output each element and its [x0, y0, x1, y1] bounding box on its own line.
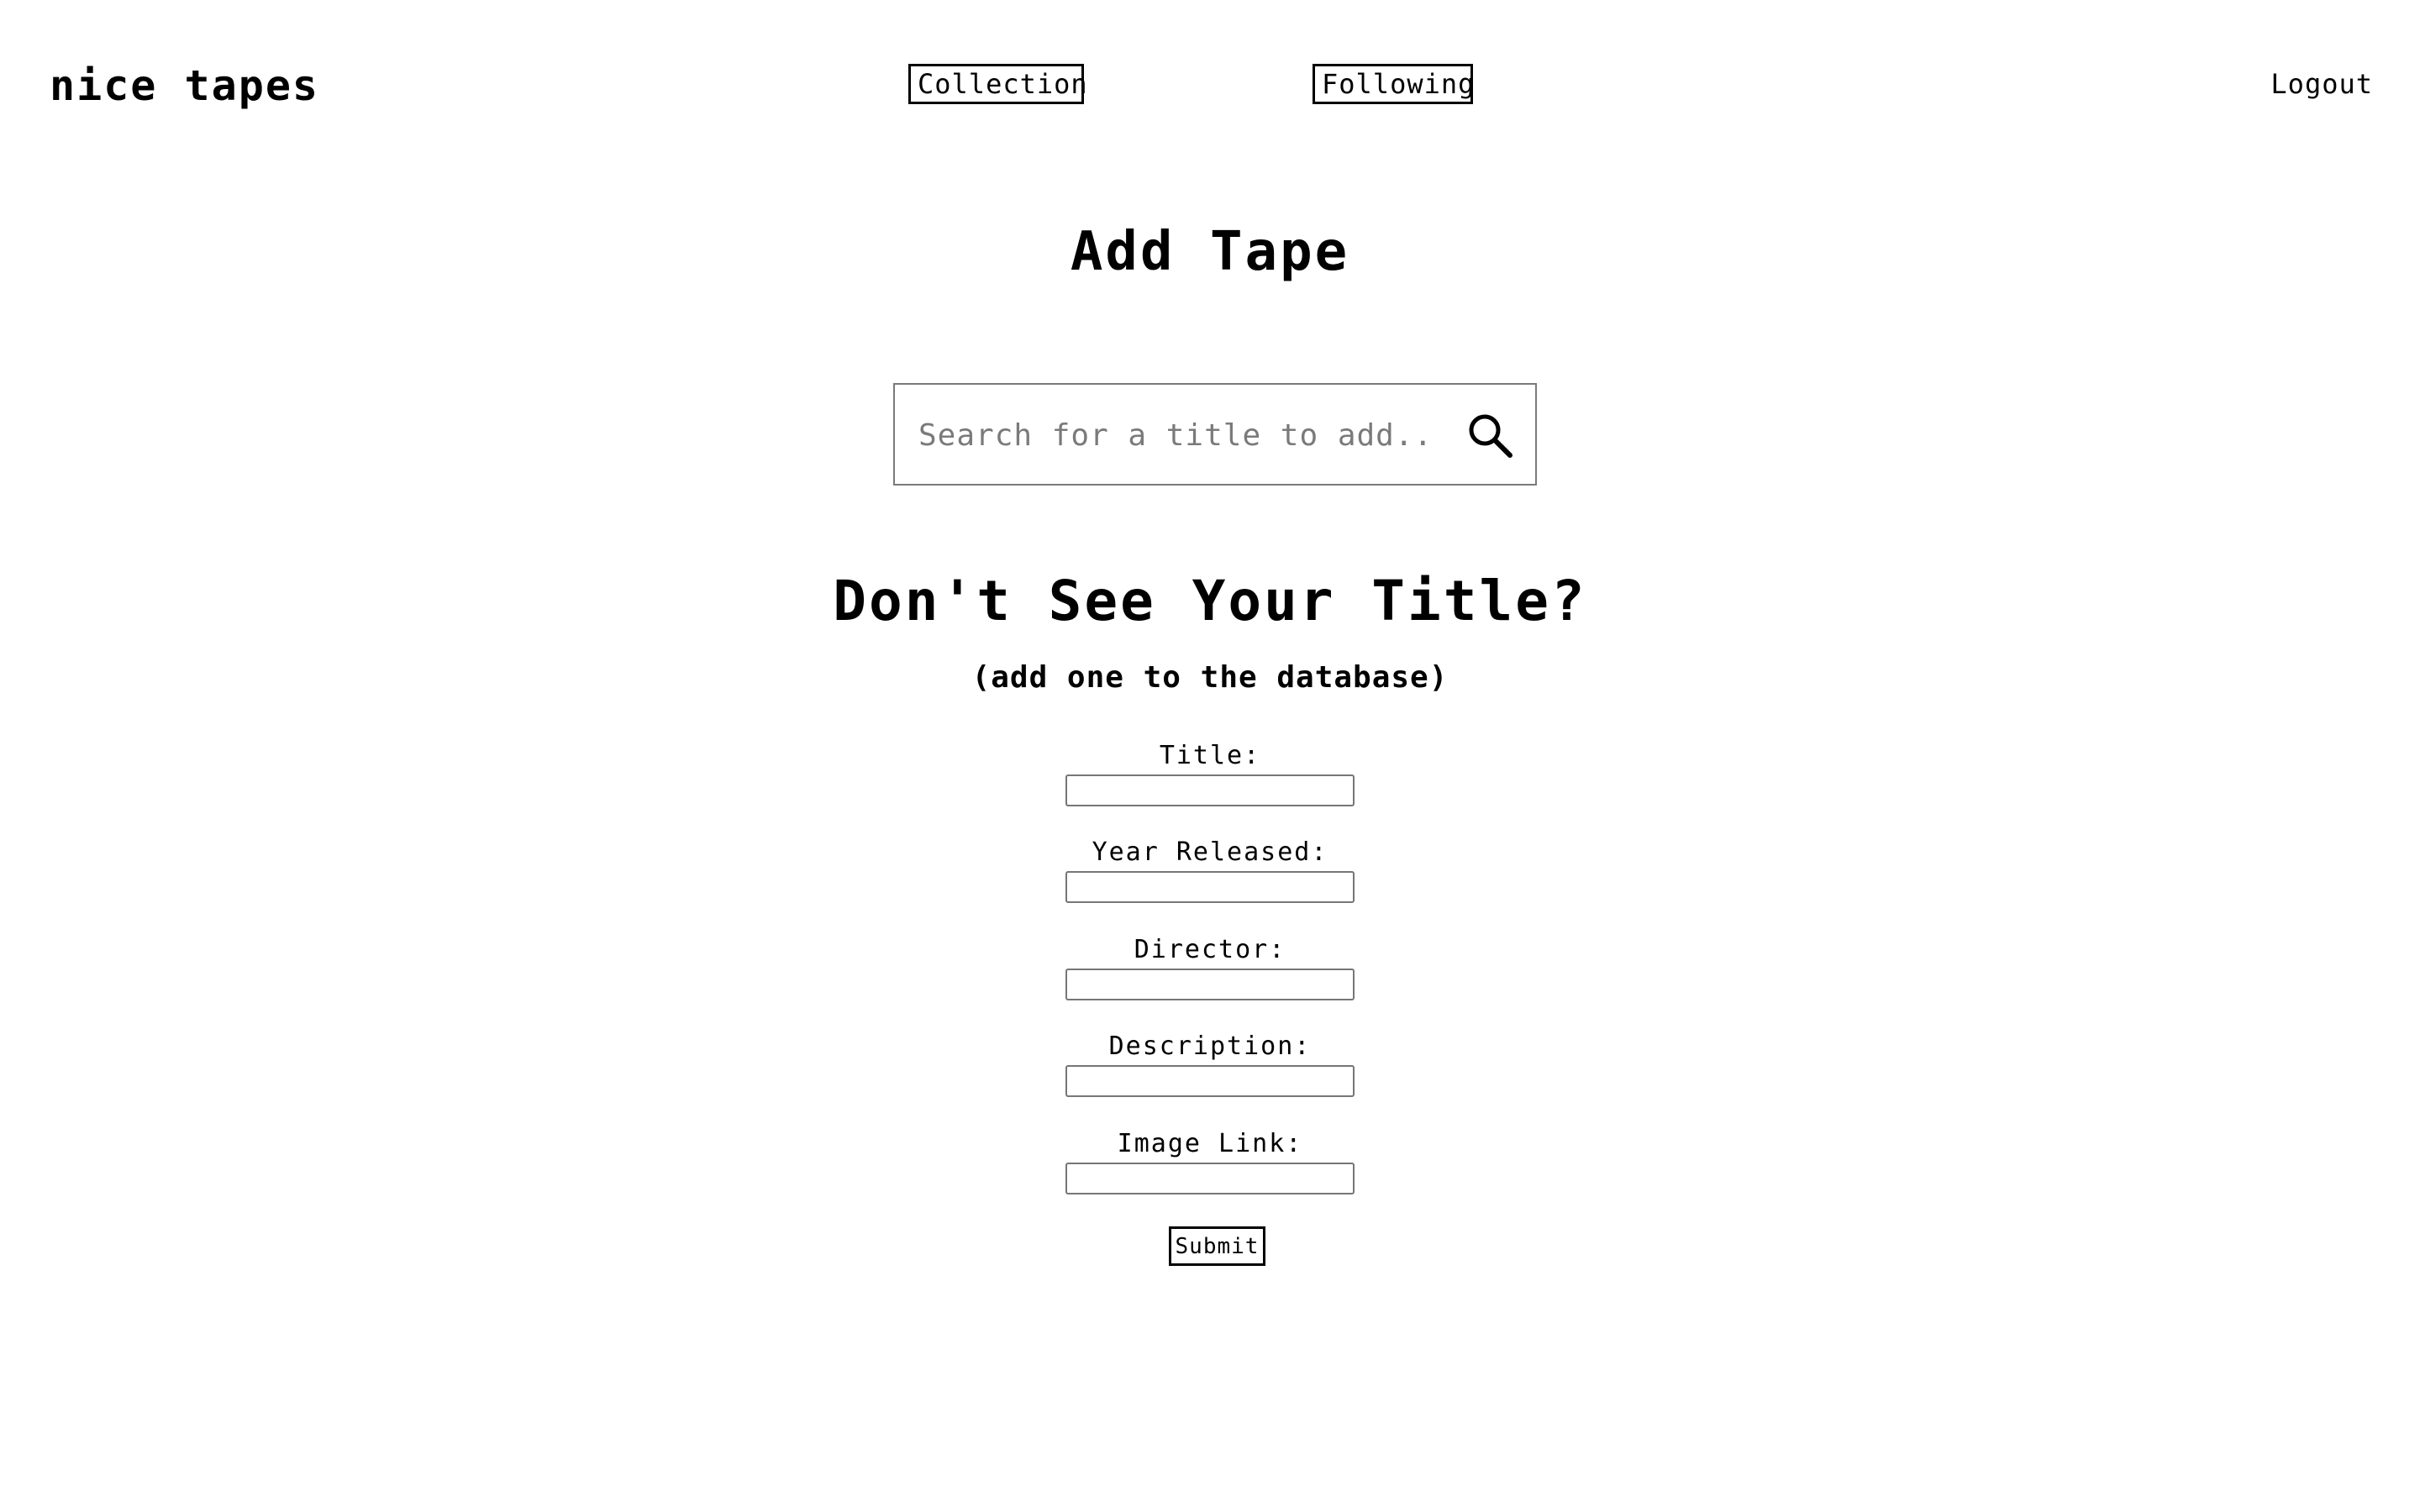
- page-title: Add Tape: [1070, 221, 1350, 283]
- director-input[interactable]: [1065, 969, 1355, 1000]
- director-label: Director:: [1134, 935, 1286, 964]
- year-released-field: Year Released:: [0, 837, 2420, 903]
- image-link-input[interactable]: [1065, 1163, 1355, 1194]
- search-icon[interactable]: [1465, 410, 1515, 460]
- add-section-subtitle: (add one to the database): [971, 660, 1449, 695]
- title-input[interactable]: [1065, 774, 1355, 806]
- add-section-title: Don't See Your Title?: [833, 569, 1587, 633]
- year-released-label: Year Released:: [1092, 837, 1328, 867]
- description-label: Description:: [1108, 1032, 1312, 1061]
- submit-button[interactable]: Submit: [1169, 1226, 1265, 1266]
- site-logo[interactable]: nice tapes: [50, 60, 319, 111]
- logout-link[interactable]: Logout: [2270, 66, 2373, 102]
- image-link-label: Image Link:: [1117, 1129, 1303, 1158]
- description-input[interactable]: [1065, 1065, 1355, 1097]
- nav-following-button[interactable]: Following: [1313, 64, 1474, 104]
- director-field: Director:: [0, 935, 2420, 1000]
- year-released-input[interactable]: [1065, 871, 1355, 903]
- search-box: [893, 383, 1537, 486]
- nav-collection-button[interactable]: Collection: [908, 64, 1087, 104]
- description-field: Description:: [0, 1032, 2420, 1097]
- search-input[interactable]: [918, 410, 1439, 460]
- page: nice tapes Collection Following Logout A…: [0, 0, 2420, 1512]
- image-link-field: Image Link:: [0, 1129, 2420, 1194]
- title-label: Title:: [1159, 741, 1261, 770]
- title-field: Title:: [0, 741, 2420, 806]
